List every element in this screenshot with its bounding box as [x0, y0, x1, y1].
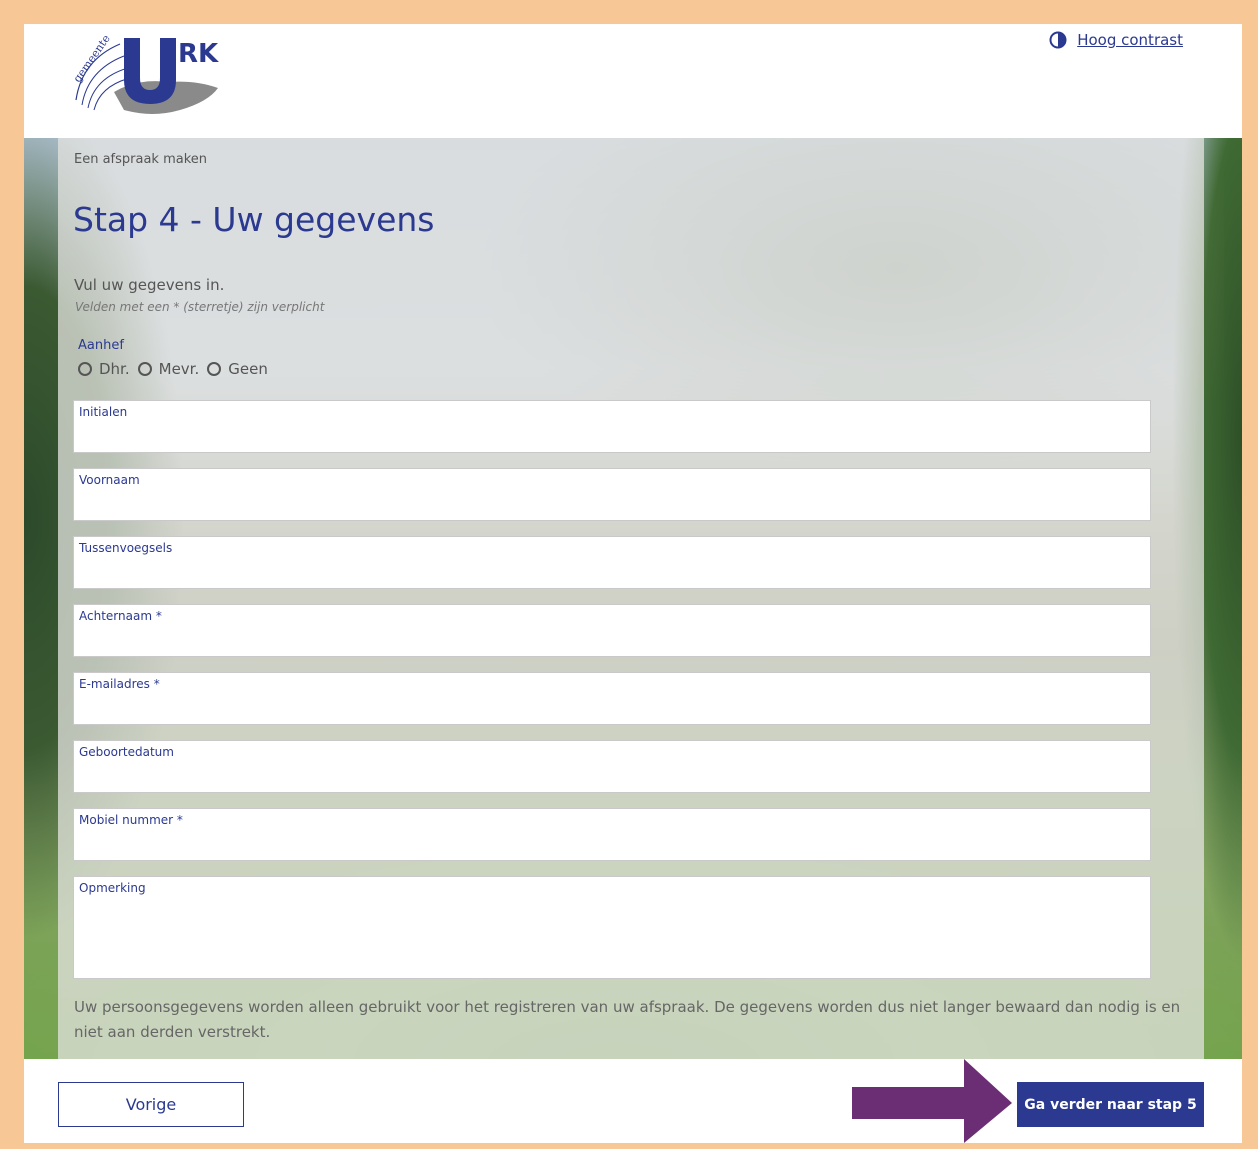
- geboortedatum-label: Geboortedatum: [79, 745, 174, 759]
- required-note: Velden met een * (sterretje) zijn verpli…: [75, 300, 325, 314]
- geboortedatum-field[interactable]: Geboortedatum: [73, 740, 1151, 793]
- email-field[interactable]: E-mailadres *: [73, 672, 1151, 725]
- tussenvoegsels-field[interactable]: Tussenvoegsels: [73, 536, 1151, 589]
- logo-arc-text: gemeente: [71, 32, 113, 85]
- radio-dhr[interactable]: Dhr.: [78, 360, 130, 378]
- radio-geen-circle[interactable]: [207, 362, 222, 376]
- site-header: gemeente RK Hoog contrast: [24, 24, 1242, 138]
- radio-mevr-label: Mevr.: [158, 360, 200, 378]
- aanhef-label: Aanhef: [78, 338, 124, 353]
- voornaam-field[interactable]: Voornaam: [73, 468, 1151, 521]
- form-footer: Vorige Ga verder naar stap 5: [24, 1059, 1242, 1143]
- radio-geen-label: Geen: [228, 360, 268, 378]
- achternaam-field[interactable]: Achternaam *: [73, 604, 1151, 657]
- aanhef-radio-group: Dhr. Mevr. Geen: [78, 360, 268, 378]
- opmerking-label: Opmerking: [79, 881, 146, 895]
- breadcrumb[interactable]: Een afspraak maken: [74, 152, 207, 167]
- mobiel-label: Mobiel nummer *: [79, 813, 183, 827]
- arrow-right-icon: [852, 1059, 1012, 1143]
- high-contrast-label: Hoog contrast: [1077, 31, 1183, 49]
- page-frame: gemeente RK Hoog contrast Een afspraak m…: [24, 24, 1242, 1143]
- email-label: E-mailadres *: [79, 677, 160, 691]
- mobiel-field[interactable]: Mobiel nummer *: [73, 808, 1151, 861]
- privacy-notice: Uw persoonsgegevens worden alleen gebrui…: [74, 998, 1181, 1041]
- urk-logo[interactable]: gemeente RK: [68, 30, 228, 120]
- opmerking-textarea[interactable]: Opmerking: [73, 876, 1151, 979]
- initialen-field[interactable]: Initialen: [73, 400, 1151, 453]
- page-title: Stap 4 - Uw gegevens: [73, 200, 435, 239]
- initialen-label: Initialen: [79, 405, 128, 419]
- voornaam-label: Voornaam: [79, 473, 140, 487]
- form-panel: Een afspraak maken Stap 4 - Uw gegevens …: [58, 138, 1204, 1059]
- svg-text:RK: RK: [178, 39, 219, 69]
- radio-dhr-circle[interactable]: [78, 362, 92, 376]
- previous-button[interactable]: Vorige: [58, 1082, 244, 1127]
- tussenvoegsels-label: Tussenvoegsels: [79, 541, 173, 555]
- radio-mevr-circle[interactable]: [137, 362, 152, 376]
- radio-mevr[interactable]: Mevr.: [137, 360, 200, 378]
- high-contrast-link[interactable]: Hoog contrast: [1049, 31, 1183, 49]
- radio-dhr-label: Dhr.: [99, 360, 130, 378]
- half-circle-contrast-icon: [1049, 31, 1067, 49]
- radio-geen[interactable]: Geen: [207, 360, 268, 378]
- achternaam-label: Achternaam *: [79, 609, 162, 623]
- intro-text: Vul uw gegevens in.: [74, 276, 225, 294]
- next-step-button[interactable]: Ga verder naar stap 5: [1017, 1082, 1204, 1127]
